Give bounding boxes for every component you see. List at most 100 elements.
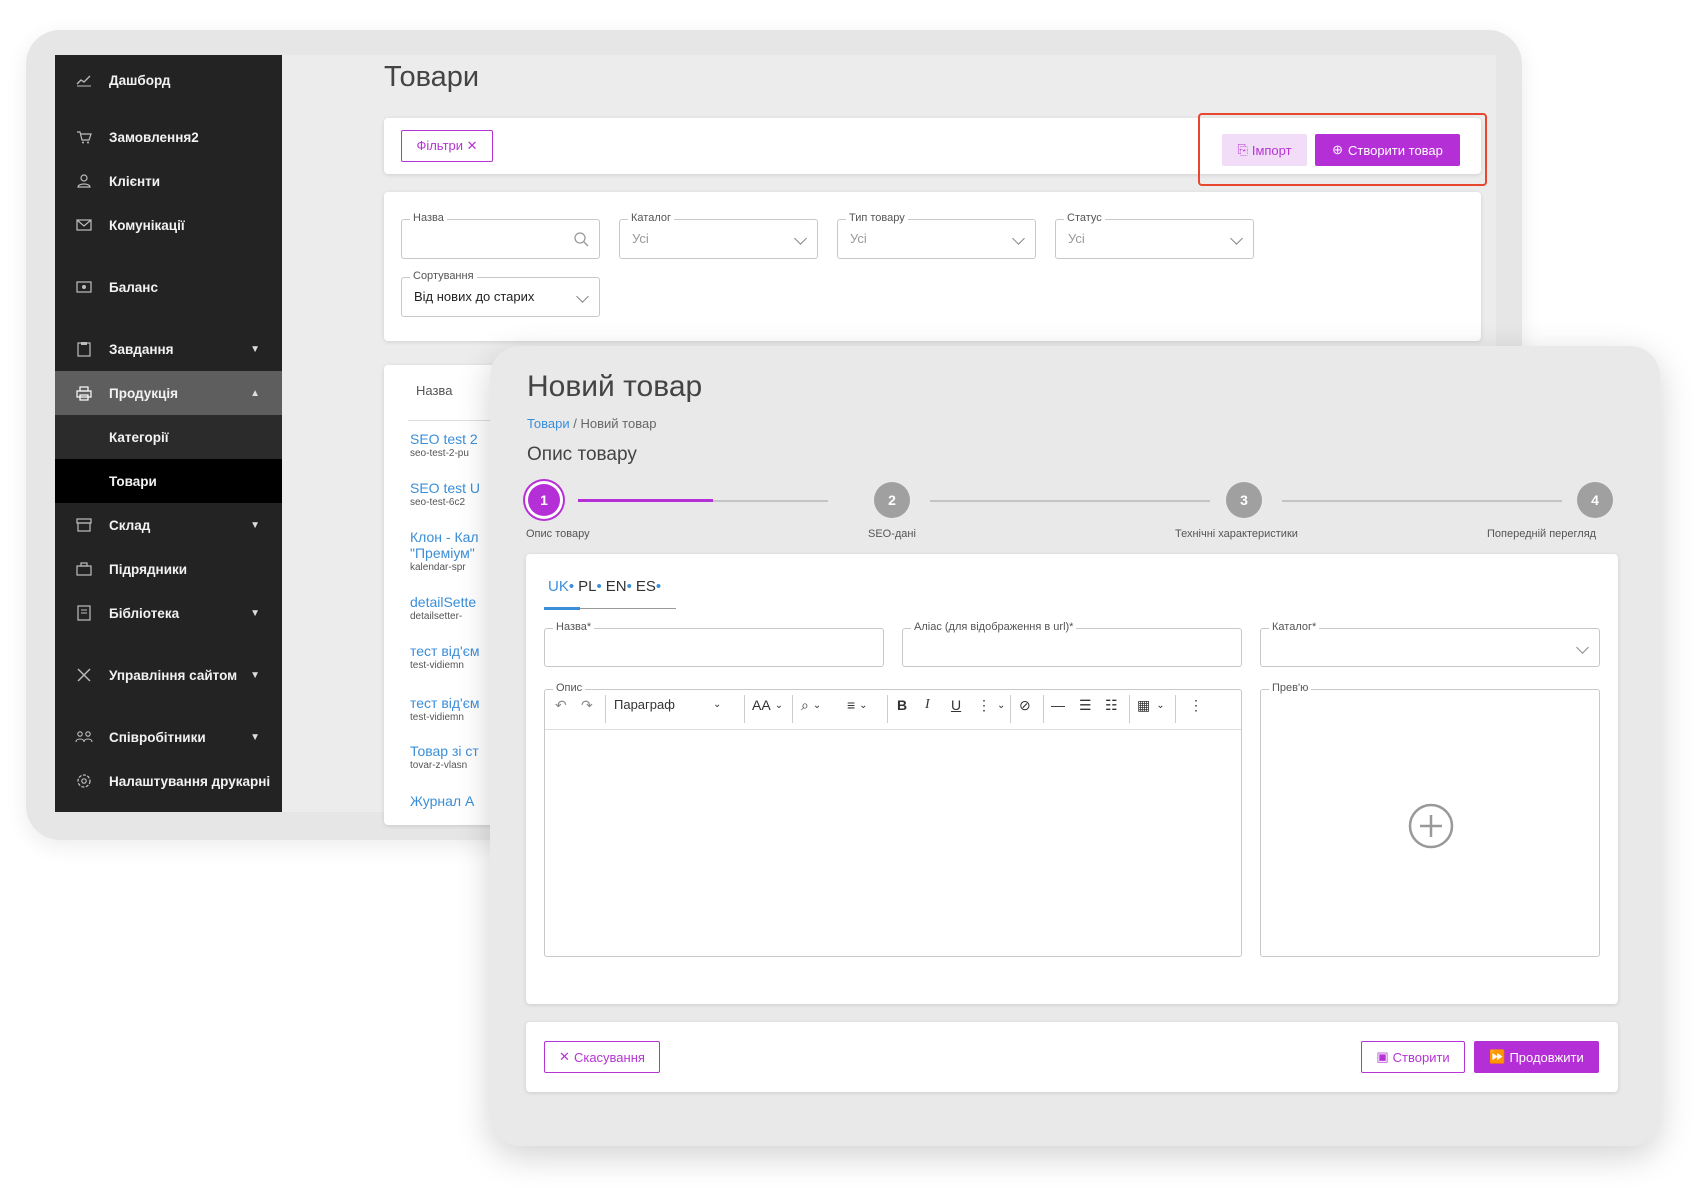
close-icon: ✕ [559,1049,570,1064]
gear-icon [75,772,93,790]
mail-icon [75,216,93,234]
find-replace-icon[interactable]: ⌕ ⌄ [801,697,821,714]
editor-toolbar: ↶ ↷ Параграф ⌄ AA ⌄ ⌕ ⌄ ≡ ⌄ B I U ⋮ ⌄ ⊘ — ☰ ☷ [545,690,1241,730]
chevron-down-icon [576,290,589,303]
tab-active-indicator [544,607,580,610]
table-row[interactable]: тест від'єм test-vidiemn [410,643,490,671]
sidebar-item-site-management[interactable]: Управління сайтом ▼ [55,653,282,697]
sidebar-item-library[interactable]: Бібліотека ▼ [55,591,282,635]
sidebar-item-dashboard[interactable]: Дашборд [55,58,282,102]
step-1[interactable]: 1 [528,484,560,516]
tab-en[interactable]: EN• [606,578,632,595]
add-image-icon[interactable] [1407,802,1455,850]
sidebar-item-communications[interactable]: Комунікації [55,203,282,247]
step-3[interactable]: 3 [1226,482,1262,518]
table-row[interactable]: SEO test 2 seo-test-2-pu [410,431,490,459]
step-label: Технічні характеристики [1175,528,1298,540]
chevron-down-icon [1012,232,1025,245]
continue-button[interactable]: ⏩ Продовжити [1474,1041,1599,1073]
table-icon[interactable]: ▦ ⌄ [1137,697,1165,714]
sidebar-item-label: Дашборд [109,72,171,88]
sidebar-item-label: Клієнти [109,173,161,189]
sidebar-item-label: Співробітники [109,729,206,745]
numbered-list-icon[interactable]: ☷ [1105,697,1118,714]
tab-uk[interactable]: UK• [548,578,574,595]
clipboard-icon [75,340,93,358]
font-size-button[interactable]: AA ⌄ [752,697,783,713]
caret-down-icon: ▼ [250,669,260,681]
step-line [1282,500,1562,502]
filters-card: Назва Каталог Усі Тип товару Усі Статус … [384,192,1481,341]
step-4[interactable]: 4 [1577,482,1613,518]
status-select[interactable]: Статус Усі [1055,212,1254,259]
sidebar-item-employees[interactable]: Співробітники ▼ [55,715,282,759]
tab-es[interactable]: ES• [636,578,661,595]
link-icon[interactable]: ⊘ [1019,697,1031,714]
catalog-select[interactable]: Каталог Усі [619,212,818,259]
import-button[interactable]: ⎘ Імпорт [1222,134,1307,166]
archive-icon [75,516,93,534]
sidebar-item-goods[interactable]: Товари [55,459,282,503]
caret-up-icon: ▲ [250,387,260,399]
sidebar-item-contractors[interactable]: Підрядники [55,547,282,591]
fast-forward-icon: ⏩ [1489,1049,1506,1064]
step-label: SEO-дані [868,528,916,540]
sidebar-item-print-settings[interactable]: Налаштування друкарні [55,759,282,803]
table-row[interactable]: Товар зі ст tovar-z-vlasn [410,743,490,771]
type-select[interactable]: Тип товару Усі [837,212,1036,259]
italic-button[interactable]: I [925,697,930,713]
redo-icon[interactable]: ↷ [581,697,593,714]
undo-icon[interactable]: ↶ [555,697,567,714]
tab-pl[interactable]: PL• [578,578,602,595]
step-2[interactable]: 2 [874,482,910,518]
bold-button[interactable]: B [897,697,907,713]
wallet-icon [75,278,93,296]
description-editor[interactable]: Опис ↶ ↷ Параграф ⌄ AA ⌄ ⌕ ⌄ ≡ ⌄ B I U ⋮ ⌄ ⊘ … [544,682,1242,957]
more-format-icon[interactable]: ⋮ ⌄ [977,697,1005,714]
briefcase-icon [75,560,93,578]
table-row[interactable]: detailSette detailsetter- [410,594,490,622]
toolbar-separator [1175,695,1176,723]
alias-field[interactable]: Аліас (для відображення в url)* [902,621,1242,667]
name-filter-input[interactable]: Назва [401,212,600,259]
sidebar-item-products[interactable]: Продукція ▲ [55,371,282,415]
paragraph-select[interactable]: Параграф ⌄ [614,697,721,712]
printer-icon [75,384,93,402]
bullet-list-icon[interactable]: ☰ [1079,697,1092,714]
horizontal-line-icon[interactable]: — [1051,697,1065,713]
section-title: Опис товару [527,444,637,465]
table-row[interactable]: Журнал А [410,793,490,815]
more-options-icon[interactable]: ⋮ [1189,697,1203,714]
team-icon [75,728,93,746]
name-field[interactable]: Назва* [544,621,884,667]
sidebar-item-warehouse[interactable]: Склад ▼ [55,503,282,547]
chevron-down-icon [1576,641,1589,654]
create-product-button[interactable]: ⊕ Створити товар [1315,134,1460,166]
sort-select[interactable]: Сортування Від нових до старих [401,270,600,317]
sidebar-item-label: Бібліотека [109,605,180,621]
table-row[interactable]: Клон - Кал "Преміум" kalendar-spr [410,529,490,573]
table-row[interactable]: SEO test Useo-test-6c2 [410,480,490,508]
toolbar-separator [605,695,606,723]
save-button[interactable]: ▣ Створити [1361,1041,1465,1073]
sidebar-item-label: Комунікації [109,217,185,233]
sidebar-item-categories[interactable]: Категорії [55,415,282,459]
preview-upload[interactable]: Прев'ю [1260,682,1600,957]
table-row[interactable]: тест від'єм test-vidiemn [410,695,490,723]
filters-button[interactable]: Фільтри ✕ [401,130,493,162]
align-icon[interactable]: ≡ ⌄ [847,697,868,713]
sidebar-item-clients[interactable]: Клієнти [55,159,282,203]
toolbar-separator [744,695,745,723]
sidebar-item-balance[interactable]: Баланс [55,265,282,309]
form-card: UK• PL• EN• ES• Назва* Аліас (для відобр… [526,554,1618,1004]
cancel-button[interactable]: ✕ Скасування [544,1041,660,1073]
underline-button[interactable]: U [951,697,961,713]
step-line [930,500,1210,502]
breadcrumb-link[interactable]: Товари [527,416,570,431]
sidebar-item-orders[interactable]: Замовлення2 [55,115,282,159]
caret-down-icon: ▼ [250,343,260,355]
sidebar-item-tasks[interactable]: Завдання ▼ [55,327,282,371]
toolbar-separator [887,695,888,723]
toolbar-separator [1010,695,1011,723]
catalog-select[interactable]: Каталог* [1260,621,1600,667]
